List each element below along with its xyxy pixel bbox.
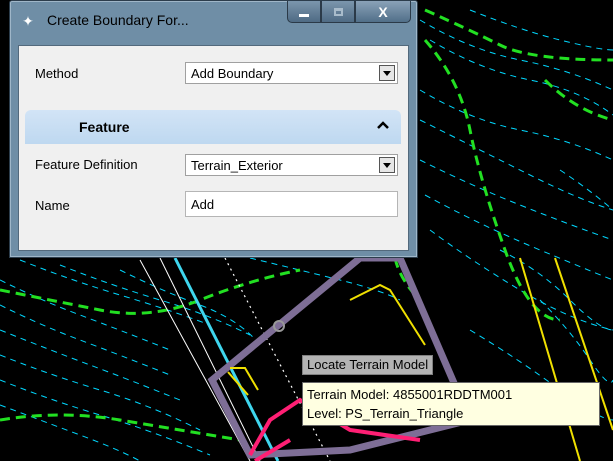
maximize-button[interactable]	[321, 1, 355, 23]
microstation-icon: ✦	[22, 13, 34, 29]
feature-definition-label: Feature Definition	[35, 157, 138, 172]
name-label: Name	[35, 198, 70, 213]
title-bar[interactable]: ✦ Create Boundary For... X	[10, 1, 417, 39]
name-field[interactable]: Add	[185, 191, 398, 217]
create-boundary-dialog[interactable]: ✦ Create Boundary For... X Method Add Bo…	[9, 0, 418, 258]
method-value: Add Boundary	[191, 66, 274, 81]
method-select[interactable]: Add Boundary	[185, 62, 398, 84]
chevron-up-icon[interactable]	[377, 120, 389, 130]
feature-definition-select[interactable]: Terrain_Exterior	[185, 154, 398, 176]
feature-definition-value: Terrain_Exterior	[191, 158, 283, 173]
close-button[interactable]: X	[355, 1, 411, 23]
minimize-icon	[299, 13, 309, 17]
minimize-button[interactable]	[287, 1, 321, 23]
method-label: Method	[35, 66, 79, 81]
window-title: Create Boundary For...	[47, 12, 189, 28]
dialog-content: Method Add Boundary Feature Feature Defi…	[18, 45, 409, 251]
feature-section-title: Feature	[79, 119, 130, 135]
level-info: Level: PS_Terrain_Triangle	[307, 406, 464, 421]
cursor-locate-icon	[273, 320, 285, 332]
feature-section-header[interactable]: Feature	[25, 110, 401, 144]
locate-prompt-tooltip: Locate Terrain Model	[302, 355, 434, 375]
maximize-icon	[333, 7, 343, 16]
chevron-down-icon[interactable]	[379, 65, 395, 81]
element-info-tooltip: Terrain Model: 4855001RDDTM001 Level: PS…	[302, 382, 600, 426]
close-icon: X	[378, 3, 388, 20]
chevron-down-icon[interactable]	[379, 157, 395, 173]
terrain-model-info: Terrain Model: 4855001RDDTM001	[307, 387, 513, 402]
name-value: Add	[191, 197, 215, 212]
